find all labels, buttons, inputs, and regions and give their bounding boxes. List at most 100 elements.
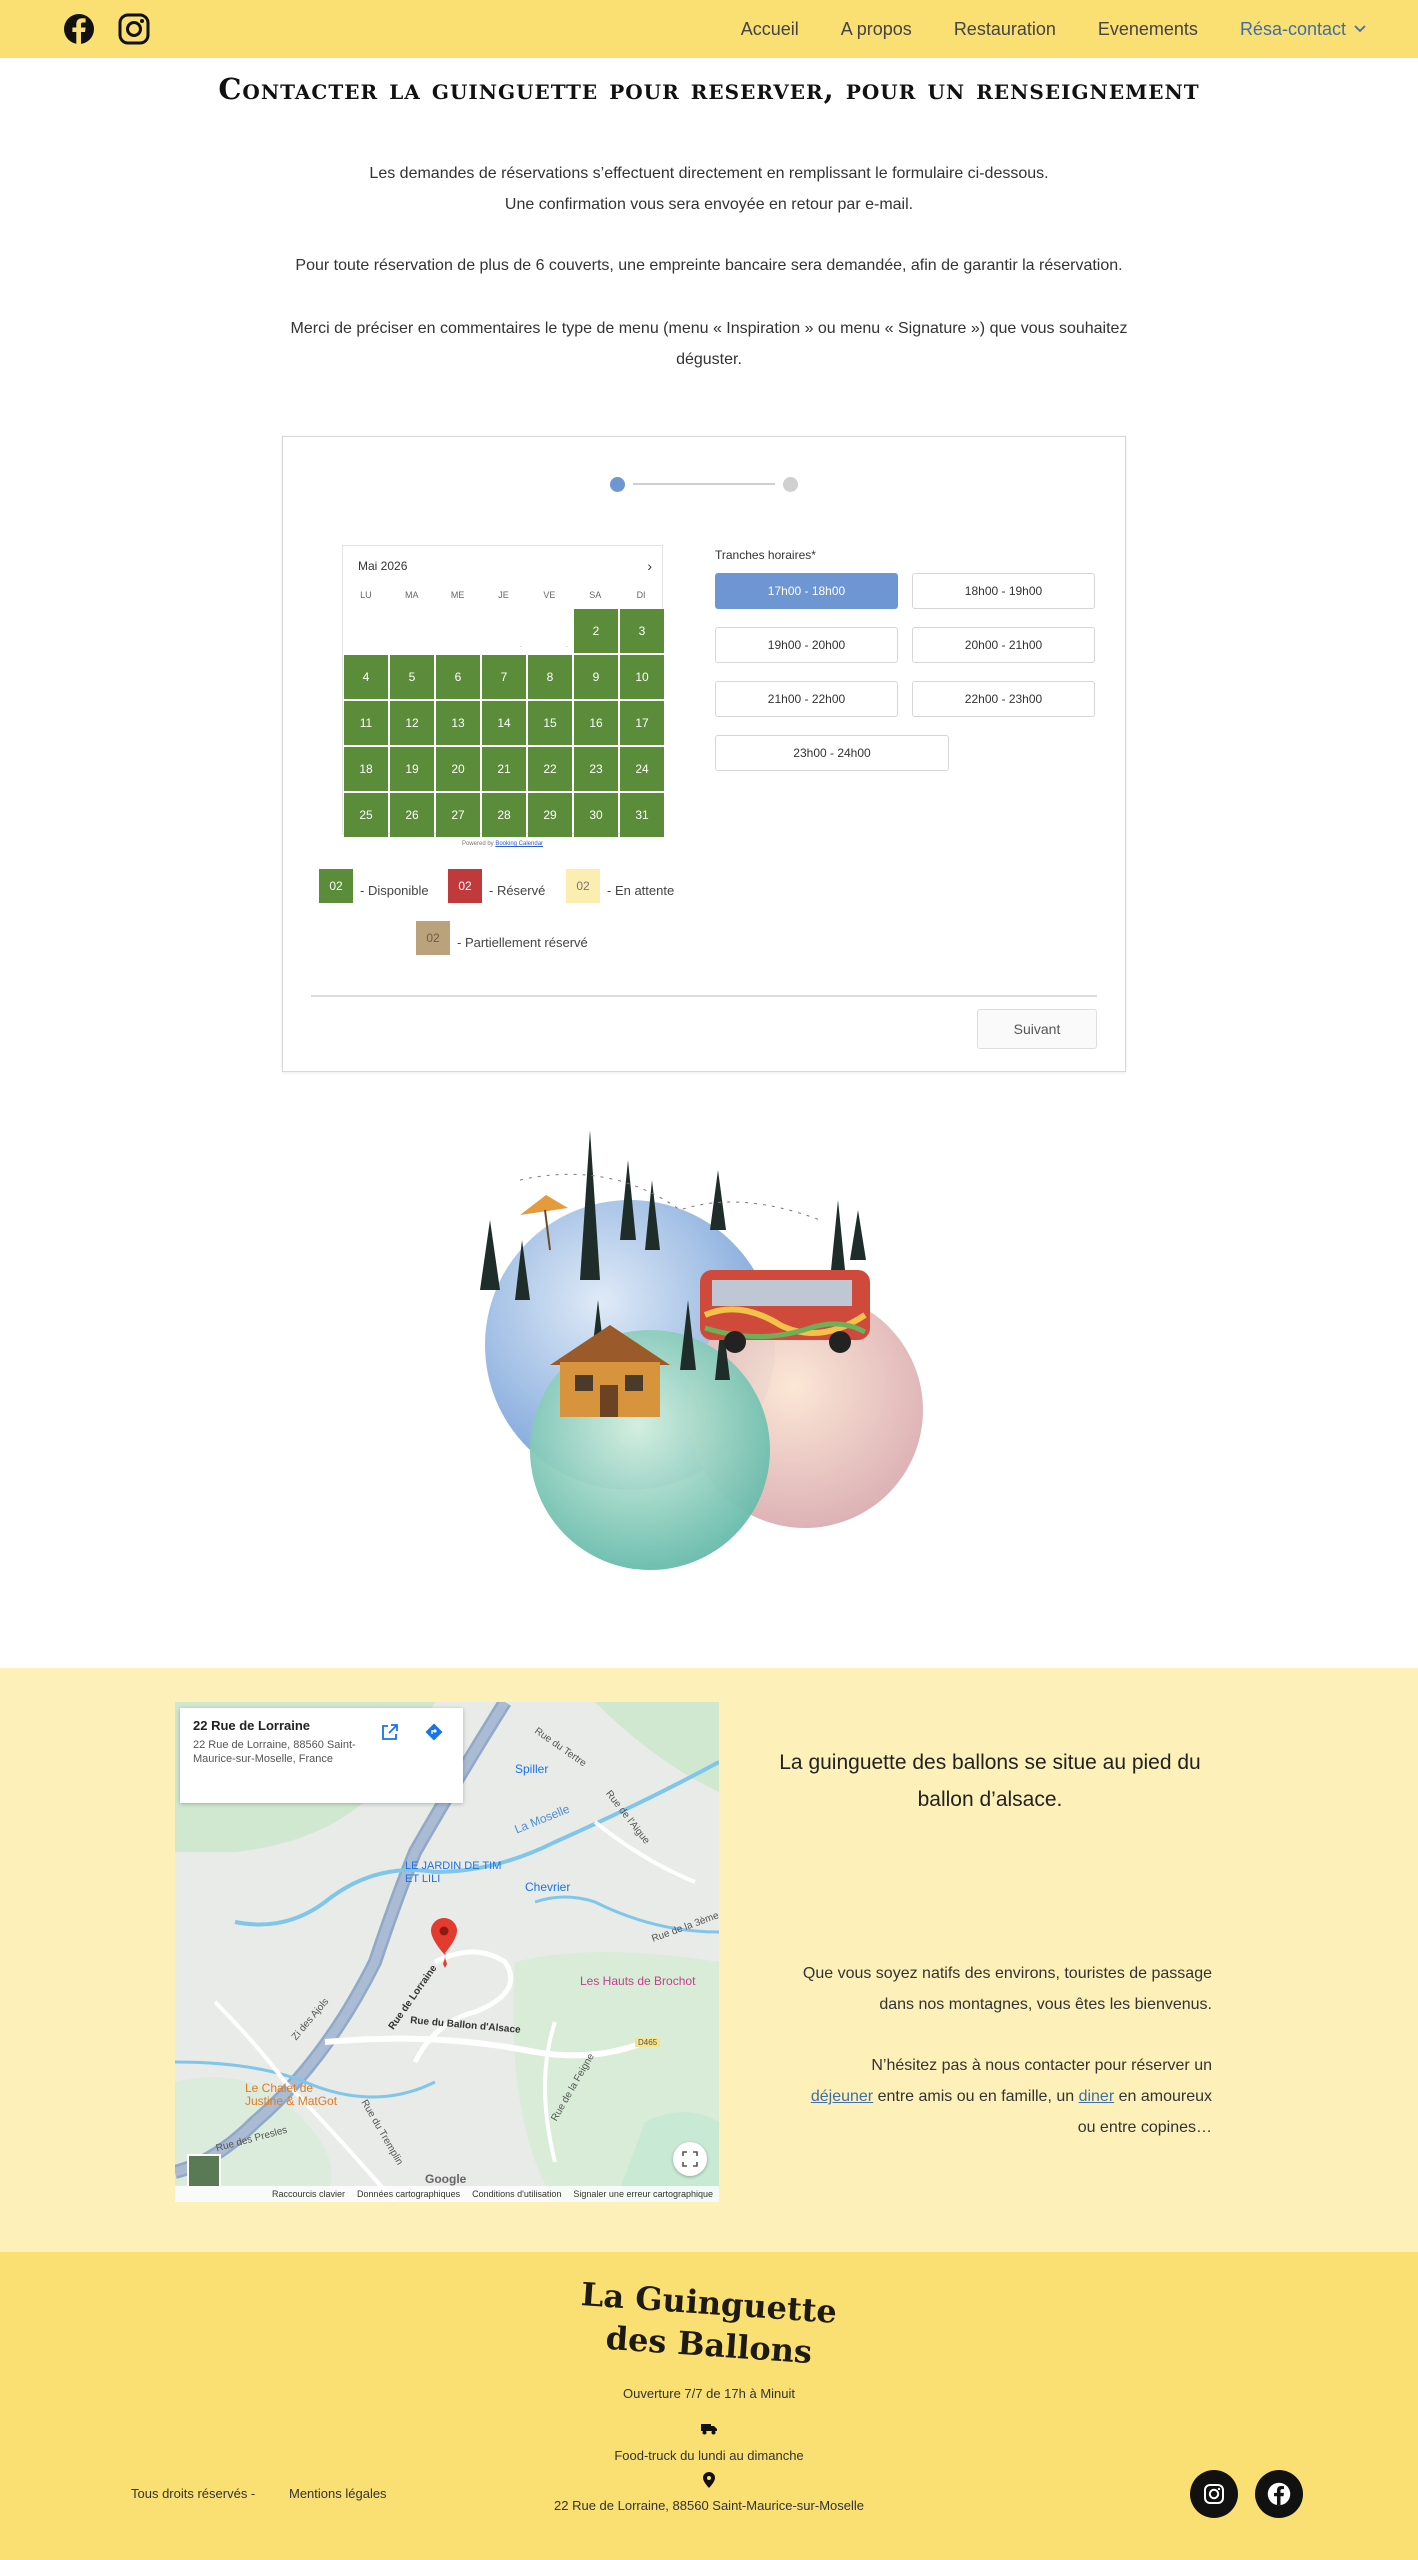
location-heading: La guinguette des ballons se situe au pi… (779, 1751, 1201, 1811)
calendar-day[interactable]: 9 (574, 655, 618, 699)
about-line-1: Que vous soyez natifs des environs, tour… (802, 1965, 1212, 1982)
calendar-day[interactable]: 3 (620, 609, 664, 653)
map-place-hauts-brochot: Les Hauts de Brochot (580, 1974, 696, 1988)
footer-logo[interactable]: La Guinguette des Ballons (0, 2275, 1418, 2371)
time-slot[interactable]: 21h00 - 22h00 (715, 681, 898, 717)
calendar-day[interactable]: 17 (620, 701, 664, 745)
calendar-day[interactable]: 19 (390, 747, 434, 791)
powered-by-text: Powered by (461, 841, 494, 847)
intro-line-2: Une confirmation vous sera envoyée en re… (504, 196, 914, 213)
calendar-day[interactable]: 20 (436, 747, 480, 791)
booking-form: Mai 2026 › LU MA ME JE VE SA DI ..234567… (282, 436, 1126, 1072)
page-title: Contacter la guinguette pour reserver, p… (218, 72, 1200, 106)
facebook-icon[interactable] (61, 11, 97, 47)
time-slot[interactable]: 20h00 - 21h00 (912, 627, 1095, 663)
about-line-5: ou entre copines… (1077, 2119, 1212, 2136)
about-line-3: N’hésitez pas à nous contacter pour rése… (871, 2057, 1212, 2074)
calendar-day[interactable]: 16 (574, 701, 618, 745)
calendar-day[interactable]: 10 (620, 655, 664, 699)
calendar-day[interactable]: 5 (390, 655, 434, 699)
fullscreen-icon[interactable] (673, 2142, 707, 2176)
nav-evenements[interactable]: Evenements (1098, 19, 1198, 40)
calendar-day[interactable]: 15 (528, 701, 572, 745)
calendar-day[interactable]: 14 (482, 701, 526, 745)
top-navbar: Accueil A propos Restauration Evenements… (0, 0, 1418, 58)
calendar-day-blank: . (482, 609, 526, 653)
calendar-day[interactable]: 13 (436, 701, 480, 745)
main-nav: Accueil A propos Restauration Evenements… (741, 0, 1366, 58)
time-slot[interactable]: 23h00 - 24h00 (715, 735, 949, 771)
calendar-day[interactable]: 22 (528, 747, 572, 791)
time-slot[interactable]: 17h00 - 18h00 (715, 573, 898, 609)
calendar-month: Mai 2026 (358, 559, 408, 573)
form-divider (311, 995, 1097, 997)
map-footer-link[interactable]: Conditions d'utilisation (472, 2189, 561, 2199)
legend-available-swatch: 02 (319, 869, 353, 903)
instagram-icon[interactable] (1190, 2470, 1238, 2518)
google-map[interactable]: 22 Rue de Lorraine 22 Rue de Lorraine, 8… (175, 1702, 719, 2202)
calendar-day[interactable]: 7 (482, 655, 526, 699)
calendar-day[interactable]: 24 (620, 747, 664, 791)
calendar-day-blank (436, 609, 480, 653)
dejeuner-link[interactable]: déjeuner (811, 2088, 873, 2105)
calendar-day[interactable]: 21 (482, 747, 526, 791)
booking-calendar: Mai 2026 › LU MA ME JE VE SA DI ..234567… (342, 545, 664, 837)
map-footer-link[interactable]: Signaler une erreur cartographique (573, 2189, 713, 2199)
weekday: VE (543, 590, 556, 600)
map-place-jardin: LE JARDIN DE TIM ET LILI (405, 1860, 502, 1885)
directions-icon[interactable] (420, 1718, 448, 1746)
intro-line-5: déguster. (676, 351, 742, 368)
about-line-2: dans nos montagnes, vous êtes les bienve… (879, 1996, 1212, 2013)
nav-a-propos[interactable]: A propos (841, 19, 912, 40)
nav-resa-contact-label: Résa-contact (1239, 18, 1346, 39)
truck-icon (0, 2422, 1418, 2438)
calendar-day[interactable]: 8 (528, 655, 572, 699)
legend-available-label: - Disponible (360, 883, 429, 898)
nav-accueil[interactable]: Accueil (741, 19, 799, 40)
diner-link[interactable]: diner (1079, 2088, 1115, 2105)
map-info-address: 22 Rue de Lorraine, 88560 Saint-Maurice-… (193, 1739, 356, 1765)
legal-link[interactable]: Mentions légales (289, 2486, 387, 2501)
calendar-day[interactable]: 30 (574, 793, 618, 837)
facebook-icon[interactable] (1255, 2470, 1303, 2518)
map-footer-link[interactable]: Données cartographiques (357, 2189, 460, 2199)
next-button[interactable]: Suivant (977, 1009, 1097, 1049)
step-1-indicator (610, 477, 625, 492)
time-slot[interactable]: 19h00 - 20h00 (715, 627, 898, 663)
weekday: MA (405, 590, 419, 600)
calendar-day-blank (390, 609, 434, 653)
step-2-indicator (783, 477, 798, 492)
time-slot[interactable]: 18h00 - 19h00 (912, 573, 1095, 609)
calendar-day[interactable]: 4 (344, 655, 388, 699)
map-footer-link[interactable]: Raccourcis clavier (272, 2189, 345, 2199)
calendar-day[interactable]: 18 (344, 747, 388, 791)
nav-resa-contact[interactable]: Résa-contact (1240, 19, 1366, 40)
calendar-day[interactable]: 12 (390, 701, 434, 745)
calendar-day[interactable]: 31 (620, 793, 664, 837)
booking-calendar-link[interactable]: Booking Calendar (495, 841, 543, 847)
calendar-day[interactable]: 27 (436, 793, 480, 837)
calendar-day[interactable]: 26 (390, 793, 434, 837)
calendar-day[interactable]: 2 (574, 609, 618, 653)
intro-line-3: Pour toute réservation de plus de 6 couv… (295, 257, 1123, 274)
chevron-right-icon[interactable]: › (647, 558, 652, 574)
instagram-icon[interactable] (116, 11, 152, 47)
calendar-day[interactable]: 23 (574, 747, 618, 791)
time-slot[interactable]: 22h00 - 23h00 (912, 681, 1095, 717)
map-place-chalet: Le Chalet de Justine & MatGot (245, 2081, 338, 2108)
satellite-toggle-icon[interactable] (187, 2154, 221, 2188)
nav-restauration[interactable]: Restauration (954, 19, 1056, 40)
step-progress-line (633, 483, 775, 485)
open-in-maps-icon[interactable] (376, 1718, 404, 1746)
calendar-day[interactable]: 29 (528, 793, 572, 837)
weekday: LU (360, 590, 372, 600)
calendar-day[interactable]: 28 (482, 793, 526, 837)
location-pin-icon[interactable] (431, 1918, 457, 1954)
calendar-day[interactable]: 6 (436, 655, 480, 699)
calendar-day[interactable]: 25 (344, 793, 388, 837)
foodtruck-info: Food-truck du lundi au dimanche (614, 2448, 804, 2463)
calendar-day[interactable]: 11 (344, 701, 388, 745)
calendar-day-blank (344, 609, 388, 653)
time-slots-label: Tranches horaires* (715, 548, 816, 562)
weekday: SA (589, 590, 602, 600)
